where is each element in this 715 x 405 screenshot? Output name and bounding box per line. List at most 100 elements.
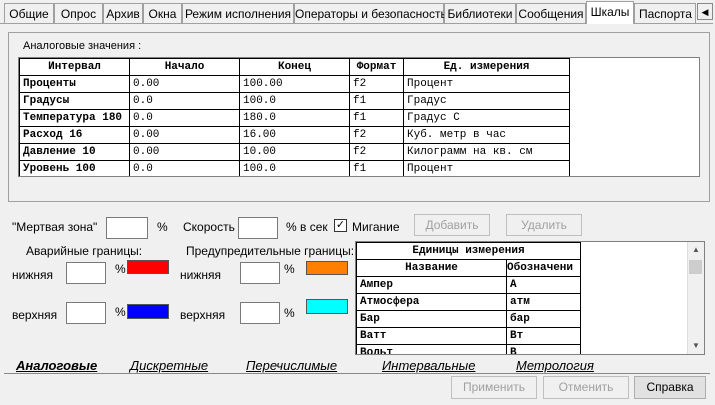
add-button[interactable]: Добавить bbox=[414, 214, 490, 236]
cell-end[interactable]: 16.00 bbox=[239, 126, 350, 144]
cell-unit[interactable]: Градус bbox=[403, 92, 570, 110]
alarm-upper-percent: % bbox=[115, 305, 126, 319]
cell-interval[interactable]: Температура 180 bbox=[19, 109, 130, 127]
cell-unit[interactable]: Процент bbox=[403, 75, 570, 93]
tab-libraries[interactable]: Библиотеки bbox=[444, 3, 516, 23]
table-row[interactable]: Градусы 0.0 100.0 f1 Градус bbox=[19, 92, 570, 110]
tab-messages[interactable]: Сообщения bbox=[516, 3, 586, 23]
cell-unit-name[interactable]: Ватт bbox=[356, 327, 507, 345]
cell-end[interactable]: 180.0 bbox=[239, 109, 350, 127]
tab-analog[interactable]: Аналоговые bbox=[16, 357, 97, 374]
tab-scales[interactable]: Шкалы bbox=[586, 1, 634, 24]
cell-end[interactable]: 100.0 bbox=[239, 92, 350, 110]
cell-unit[interactable]: Процент bbox=[403, 160, 570, 176]
tab-discrete[interactable]: Дискретные bbox=[130, 357, 208, 374]
cancel-button[interactable]: Отменить bbox=[543, 376, 629, 399]
col-header-interval[interactable]: Интервал bbox=[19, 58, 130, 76]
table-row[interactable]: Температура 180 0.0 180.0 f1 Градус С bbox=[19, 109, 570, 127]
table-row[interactable]: Атмосфера атм bbox=[356, 293, 581, 311]
table-row[interactable]: Расход 16 0.00 16.00 f2 Куб. метр в час bbox=[19, 126, 570, 144]
cell-unit-symbol[interactable]: атм bbox=[506, 293, 581, 311]
table-row[interactable]: Давление 10 0.00 10.00 f2 Килограмм на к… bbox=[19, 143, 570, 161]
cell-unit[interactable]: Куб. метр в час bbox=[403, 126, 570, 144]
tab-metrology[interactable]: Метрология bbox=[516, 357, 594, 374]
tab-interval[interactable]: Интервальные bbox=[382, 357, 475, 374]
cell-unit[interactable]: Килограмм на кв. см bbox=[403, 143, 570, 161]
cell-start[interactable]: 0.0 bbox=[129, 92, 240, 110]
table-row[interactable]: Вольт В bbox=[356, 344, 581, 354]
cell-format[interactable]: f1 bbox=[349, 109, 404, 127]
blink-checkbox[interactable]: ✓ bbox=[334, 219, 347, 232]
cell-interval[interactable]: Градусы bbox=[19, 92, 130, 110]
cell-start[interactable]: 0.0 bbox=[129, 109, 240, 127]
units-scrollbar[interactable]: ▲ ▼ bbox=[687, 242, 704, 354]
speed-input[interactable] bbox=[238, 217, 278, 239]
cell-interval[interactable]: Проценты bbox=[19, 75, 130, 93]
cell-end[interactable]: 100.00 bbox=[239, 75, 350, 93]
help-button[interactable]: Справка bbox=[634, 376, 706, 399]
cell-unit-name[interactable]: Вольт bbox=[356, 344, 507, 354]
blink-label: Мигание bbox=[352, 220, 400, 234]
alarm-lower-input[interactable] bbox=[66, 262, 106, 284]
col-header-unit-name[interactable]: Название bbox=[356, 259, 507, 277]
col-header-format[interactable]: Формат bbox=[349, 58, 404, 76]
cell-interval[interactable]: Расход 16 bbox=[19, 126, 130, 144]
cell-end[interactable]: 100.0 bbox=[239, 160, 350, 176]
alarm-lower-color-swatch[interactable] bbox=[127, 260, 169, 274]
cell-unit-name[interactable]: Атмосфера bbox=[356, 293, 507, 311]
tab-archive[interactable]: Архив bbox=[103, 3, 143, 23]
speed-unit: % в сек bbox=[286, 220, 328, 234]
tab-operators-security[interactable]: Операторы и безопасность bbox=[294, 3, 447, 23]
col-header-unit-symbol[interactable]: Обозначени bbox=[506, 259, 581, 277]
tab-polling[interactable]: Опрос bbox=[54, 3, 103, 23]
table-row[interactable]: Уровень 100 0.0 100.0 f1 Процент bbox=[19, 160, 570, 176]
cell-format[interactable]: f2 bbox=[349, 143, 404, 161]
tab-enumerated[interactable]: Перечислимые bbox=[246, 357, 337, 374]
cell-end[interactable]: 10.00 bbox=[239, 143, 350, 161]
alarm-upper-input[interactable] bbox=[66, 302, 106, 324]
warning-lower-color-swatch[interactable] bbox=[306, 261, 348, 275]
cell-interval[interactable]: Уровень 100 bbox=[19, 160, 130, 176]
table-row[interactable]: Проценты 0.00 100.00 f2 Процент bbox=[19, 75, 570, 93]
cell-start[interactable]: 0.00 bbox=[129, 75, 240, 93]
cell-unit-name[interactable]: Бар bbox=[356, 310, 507, 328]
cell-start[interactable]: 0.00 bbox=[129, 126, 240, 144]
cell-format[interactable]: f1 bbox=[349, 92, 404, 110]
units-table-title: Единицы измерения bbox=[356, 242, 581, 260]
cell-unit-symbol[interactable]: А bbox=[506, 276, 581, 294]
cell-start[interactable]: 0.0 bbox=[129, 160, 240, 176]
warning-upper-input[interactable] bbox=[240, 302, 280, 324]
cell-format[interactable]: f1 bbox=[349, 160, 404, 176]
cell-start[interactable]: 0.00 bbox=[129, 143, 240, 161]
scroll-down-icon[interactable]: ▼ bbox=[688, 338, 704, 354]
scroll-thumb[interactable] bbox=[689, 260, 702, 274]
tab-general[interactable]: Общие bbox=[4, 3, 54, 23]
tab-passports[interactable]: Паспорта bbox=[634, 3, 696, 23]
warning-lower-input[interactable] bbox=[240, 262, 280, 284]
deadzone-input[interactable] bbox=[106, 217, 148, 239]
delete-button[interactable]: Удалить bbox=[506, 214, 582, 236]
col-header-unit[interactable]: Ед. измерения bbox=[403, 58, 570, 76]
warning-upper-color-swatch[interactable] bbox=[306, 299, 348, 314]
table-row[interactable]: Ампер А bbox=[356, 276, 581, 294]
table-row[interactable]: Ватт Вт bbox=[356, 327, 581, 345]
cell-format[interactable]: f2 bbox=[349, 75, 404, 93]
cell-unit-name[interactable]: Ампер bbox=[356, 276, 507, 294]
warning-lower-label: нижняя bbox=[180, 268, 221, 282]
col-header-start[interactable]: Начало bbox=[129, 58, 240, 76]
col-header-end[interactable]: Конец bbox=[239, 58, 350, 76]
cell-unit-symbol[interactable]: Вт bbox=[506, 327, 581, 345]
cell-unit-symbol[interactable]: В bbox=[506, 344, 581, 354]
cell-format[interactable]: f2 bbox=[349, 126, 404, 144]
cell-interval[interactable]: Давление 10 bbox=[19, 143, 130, 161]
alarm-upper-color-swatch[interactable] bbox=[127, 304, 169, 319]
analog-table: Интервал Начало Конец Формат Ед. измерен… bbox=[19, 58, 570, 176]
tab-scroll-left-icon[interactable]: ◀ bbox=[697, 3, 713, 20]
tab-windows[interactable]: Окна bbox=[143, 3, 182, 23]
cell-unit[interactable]: Градус С bbox=[403, 109, 570, 127]
tab-runtime-mode[interactable]: Режим исполнения bbox=[182, 3, 294, 23]
apply-button[interactable]: Применить bbox=[451, 376, 537, 399]
table-row[interactable]: Бар бар bbox=[356, 310, 581, 328]
cell-unit-symbol[interactable]: бар bbox=[506, 310, 581, 328]
scroll-up-icon[interactable]: ▲ bbox=[688, 242, 704, 258]
